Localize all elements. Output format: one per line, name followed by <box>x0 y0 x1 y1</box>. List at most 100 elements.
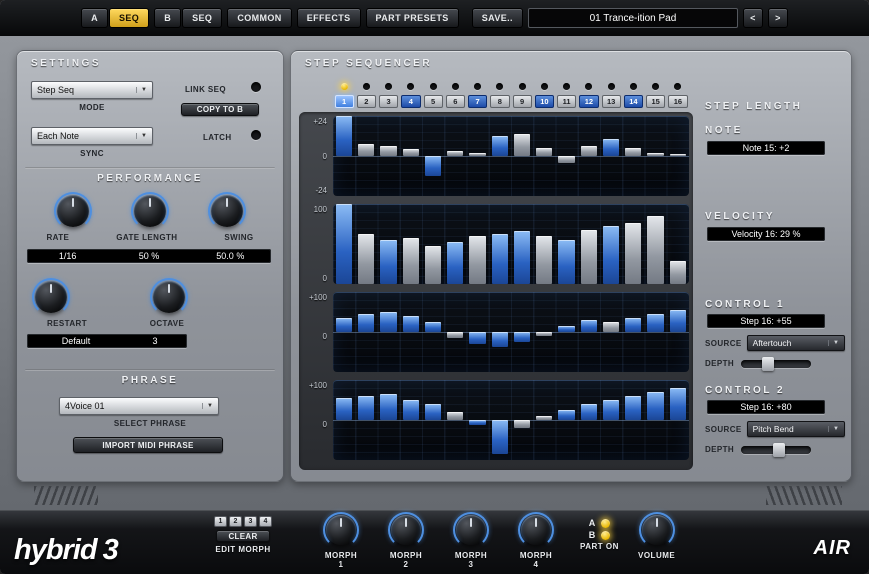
morph-4-knob[interactable] <box>521 515 551 545</box>
morph-select-2[interactable]: 2 <box>229 516 242 527</box>
morph-2-knob[interactable] <box>391 515 421 545</box>
bar-note-step-2[interactable] <box>358 144 374 156</box>
prev-preset-button[interactable]: < <box>743 8 763 28</box>
bar-control1-step-2[interactable] <box>358 314 374 332</box>
bar-control2-step-11[interactable] <box>558 410 574 420</box>
bar-velocity-step-7[interactable] <box>469 236 485 284</box>
step-button-15[interactable]: 15 <box>646 95 665 108</box>
step-button-3[interactable]: 3 <box>379 95 398 108</box>
preset-display[interactable]: 01 Trance-ition Pad <box>528 8 738 28</box>
bar-velocity-step-12[interactable] <box>581 230 597 284</box>
bar-control2-step-2[interactable] <box>358 396 374 420</box>
bar-note-step-16[interactable] <box>670 154 686 156</box>
bar-control2-step-15[interactable] <box>647 392 663 420</box>
bar-control1-step-9[interactable] <box>514 332 530 342</box>
bar-note-step-14[interactable] <box>625 148 641 156</box>
step-button-4[interactable]: 4 <box>401 95 420 108</box>
bar-control2-step-4[interactable] <box>403 400 419 420</box>
step-button-5[interactable]: 5 <box>424 95 443 108</box>
bar-control1-step-15[interactable] <box>647 314 663 332</box>
part-b-tab[interactable]: B <box>154 8 181 28</box>
bar-velocity-step-16[interactable] <box>670 261 686 284</box>
volume-knob[interactable] <box>642 515 672 545</box>
bar-velocity-step-11[interactable] <box>558 240 574 284</box>
control1-depth-thumb[interactable] <box>762 357 774 371</box>
bar-velocity-step-2[interactable] <box>358 234 374 284</box>
bar-velocity-step-5[interactable] <box>425 246 441 284</box>
bar-control2-step-9[interactable] <box>514 420 530 428</box>
step-button-10[interactable]: 10 <box>535 95 554 108</box>
bar-velocity-step-6[interactable] <box>447 242 463 284</box>
copy-to-b-button[interactable]: COPY TO B <box>181 103 259 116</box>
swing-knob[interactable] <box>211 195 243 227</box>
bar-control1-step-13[interactable] <box>603 322 619 332</box>
control2-depth-thumb[interactable] <box>773 443 785 457</box>
mode-dropdown[interactable]: Step Seq ▼ <box>31 81 153 99</box>
clear-button[interactable]: CLEAR <box>216 530 270 542</box>
latch-led[interactable] <box>251 130 261 140</box>
bar-note-step-8[interactable] <box>492 136 508 156</box>
bar-note-step-3[interactable] <box>380 146 396 156</box>
bar-control1-step-16[interactable] <box>670 310 686 332</box>
bar-velocity-step-10[interactable] <box>536 236 552 284</box>
bar-velocity-step-14[interactable] <box>625 223 641 284</box>
lane-plot-control1[interactable] <box>333 292 689 372</box>
bar-control2-step-8[interactable] <box>492 420 508 454</box>
bar-note-step-5[interactable] <box>425 156 441 176</box>
common-tab[interactable]: COMMON <box>227 8 291 28</box>
bar-velocity-step-8[interactable] <box>492 234 508 284</box>
bar-control1-step-11[interactable] <box>558 326 574 332</box>
bar-control2-step-16[interactable] <box>670 388 686 420</box>
bar-control1-step-7[interactable] <box>469 332 485 344</box>
lane-plot-note[interactable] <box>333 116 689 196</box>
next-preset-button[interactable]: > <box>768 8 788 28</box>
part-presets-tab[interactable]: PART PRESETS <box>366 8 459 28</box>
lane-plot-control2[interactable] <box>333 380 689 460</box>
seq-b-tab[interactable]: SEQ <box>182 8 222 28</box>
bar-control1-step-14[interactable] <box>625 318 641 332</box>
link-seq-led[interactable] <box>251 82 261 92</box>
octave-knob[interactable] <box>153 281 185 313</box>
step-button-7[interactable]: 7 <box>468 95 487 108</box>
bar-control2-step-14[interactable] <box>625 396 641 420</box>
bar-control2-step-1[interactable] <box>336 398 352 420</box>
bar-control1-step-3[interactable] <box>380 312 396 332</box>
bar-note-step-15[interactable] <box>647 153 663 156</box>
bar-control1-step-4[interactable] <box>403 316 419 332</box>
morph-select-4[interactable]: 4 <box>259 516 272 527</box>
bar-note-step-1[interactable] <box>336 116 352 156</box>
effects-tab[interactable]: EFFECTS <box>297 8 361 28</box>
bar-note-step-11[interactable] <box>558 156 574 163</box>
bar-control1-step-5[interactable] <box>425 322 441 332</box>
seq-a-tab[interactable]: SEQ <box>109 8 149 28</box>
bar-note-step-4[interactable] <box>403 149 419 156</box>
gate-length-knob[interactable] <box>134 195 166 227</box>
step-button-16[interactable]: 16 <box>668 95 687 108</box>
control2-depth-slider[interactable] <box>741 446 811 454</box>
bar-note-step-6[interactable] <box>447 151 463 156</box>
bar-velocity-step-9[interactable] <box>514 231 530 284</box>
bar-control2-step-13[interactable] <box>603 400 619 420</box>
part-a-led[interactable] <box>601 519 610 528</box>
rate-knob[interactable] <box>57 195 89 227</box>
select-phrase-dropdown[interactable]: 4Voice 01 ▼ <box>59 397 219 415</box>
morph-select-3[interactable]: 3 <box>244 516 257 527</box>
morph-select-1[interactable]: 1 <box>214 516 227 527</box>
morph-1-knob[interactable] <box>326 515 356 545</box>
bar-control1-step-10[interactable] <box>536 332 552 336</box>
bar-velocity-step-3[interactable] <box>380 240 396 284</box>
bar-velocity-step-4[interactable] <box>403 238 419 284</box>
part-a-tab[interactable]: A <box>81 8 108 28</box>
bar-control2-step-5[interactable] <box>425 404 441 420</box>
bar-note-step-13[interactable] <box>603 139 619 156</box>
step-button-6[interactable]: 6 <box>446 95 465 108</box>
restart-knob[interactable] <box>35 281 67 313</box>
bar-control2-step-10[interactable] <box>536 416 552 420</box>
step-button-13[interactable]: 13 <box>602 95 621 108</box>
sync-dropdown[interactable]: Each Note ▼ <box>31 127 153 145</box>
bar-velocity-step-13[interactable] <box>603 226 619 284</box>
bar-note-step-7[interactable] <box>469 153 485 156</box>
bar-control1-step-12[interactable] <box>581 320 597 332</box>
step-button-12[interactable]: 12 <box>579 95 598 108</box>
bar-control1-step-6[interactable] <box>447 332 463 338</box>
